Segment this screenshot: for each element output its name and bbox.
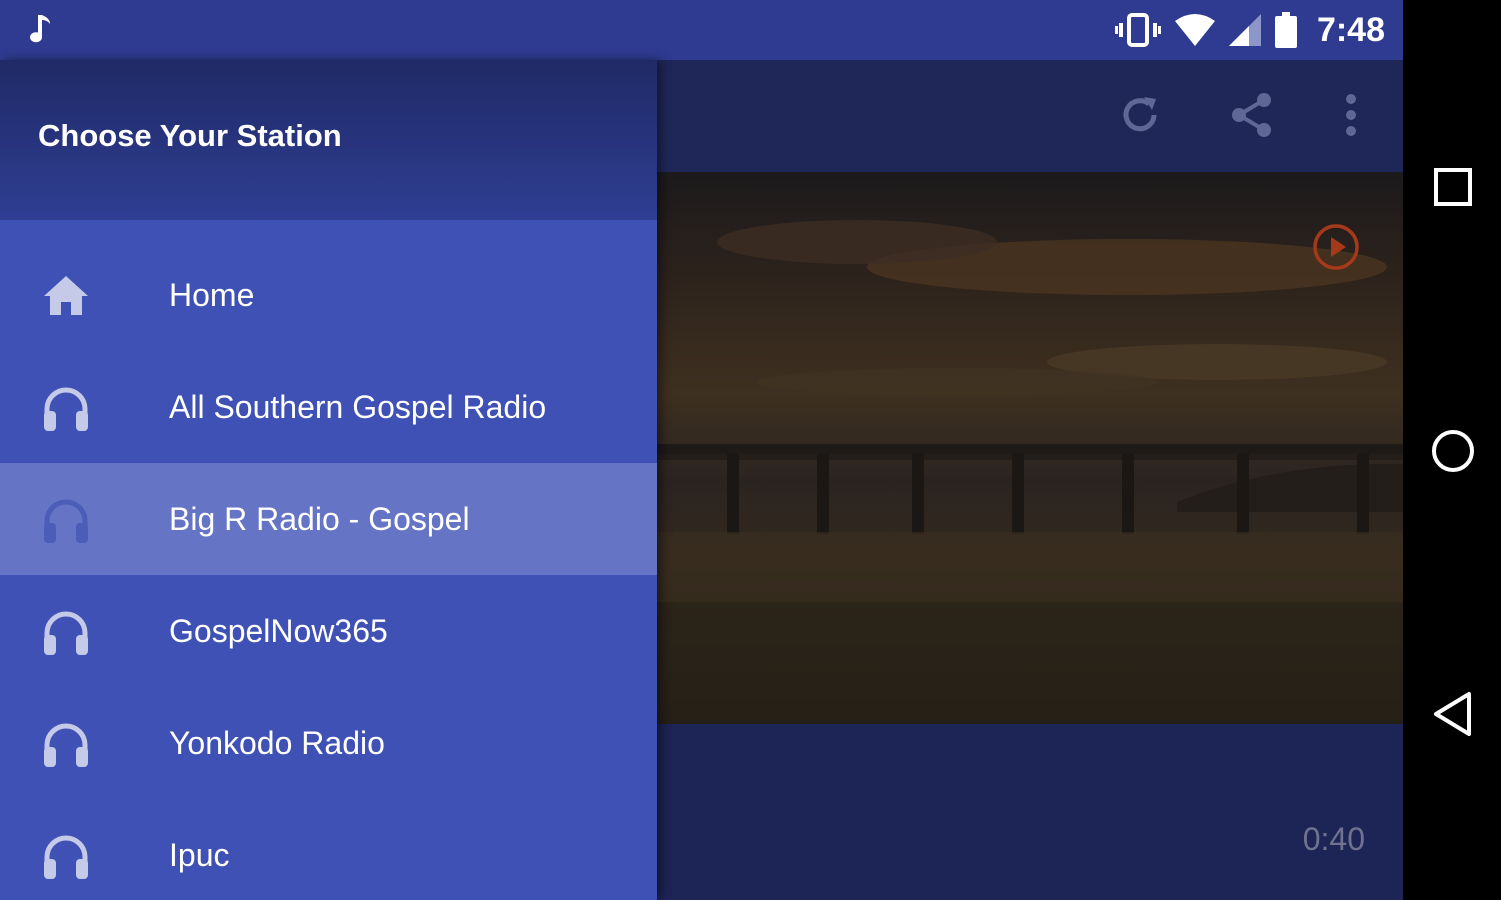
player-area: 0:40 <box>657 60 1403 900</box>
drawer-item-label: Home <box>169 276 255 313</box>
headphones-icon <box>44 387 88 431</box>
headphones-icon <box>44 611 88 655</box>
back-button[interactable] <box>1427 688 1479 740</box>
status-icons: 7:48 <box>1114 10 1385 50</box>
drawer-title: Choose Your Station <box>38 118 342 153</box>
app-screen: 7:48 0:40 Choose Your Station Home All S… <box>0 0 1403 900</box>
play-circle-icon[interactable] <box>1312 223 1360 271</box>
home-button[interactable] <box>1427 425 1479 477</box>
back-triangle-icon <box>1434 692 1471 736</box>
pier-sunset-image <box>657 220 1403 724</box>
recents-button[interactable] <box>1427 161 1479 213</box>
refresh-icon <box>1123 97 1157 132</box>
drawer-item-home[interactable]: Home <box>0 239 657 351</box>
drawer-item-label: Ipuc <box>169 836 230 873</box>
headphones-icon <box>44 499 88 543</box>
home-circle-icon <box>1432 430 1474 472</box>
drawer-item-station[interactable]: Yonkodo Radio <box>0 687 657 799</box>
more-vert-icon <box>1346 94 1356 136</box>
battery-icon <box>1274 12 1297 48</box>
navigation-drawer: Choose Your Station Home All Southern Go… <box>0 60 657 900</box>
refresh-button[interactable] <box>1115 90 1165 140</box>
drawer-item-station[interactable]: All Southern Gospel Radio <box>0 351 657 463</box>
app-toolbar <box>657 60 1403 172</box>
drawer-item-label: Big R Radio - Gospel <box>169 500 470 537</box>
cell-signal-icon <box>1228 14 1261 46</box>
station-artwork <box>657 172 1403 724</box>
recents-square-icon <box>1434 168 1472 206</box>
music-note-icon <box>30 15 50 43</box>
more-options-button[interactable] <box>1326 90 1376 140</box>
drawer-header: Choose Your Station <box>0 60 657 220</box>
drawer-item-station-selected[interactable]: Big R Radio - Gospel <box>0 463 657 575</box>
elapsed-time: 0:40 <box>1302 821 1365 857</box>
drawer-item-station[interactable]: Ipuc <box>0 799 657 900</box>
wifi-icon <box>1174 14 1215 46</box>
drawer-item-station[interactable]: GospelNow365 <box>0 575 657 687</box>
status-bar: 7:48 <box>0 0 1403 60</box>
station-list: Home All Southern Gospel Radio Big R Rad… <box>0 239 657 900</box>
share-icon <box>1232 93 1271 137</box>
system-nav-bar <box>1403 0 1501 900</box>
share-button[interactable] <box>1227 90 1277 140</box>
drawer-item-label: GospelNow365 <box>169 612 388 649</box>
home-icon <box>44 276 88 315</box>
vibrate-icon <box>1114 13 1161 47</box>
status-time: 7:48 <box>1316 10 1385 49</box>
drawer-item-label: All Southern Gospel Radio <box>169 388 547 425</box>
drawer-item-label: Yonkodo Radio <box>169 724 385 761</box>
headphones-icon <box>44 835 88 879</box>
headphones-icon <box>44 723 88 767</box>
